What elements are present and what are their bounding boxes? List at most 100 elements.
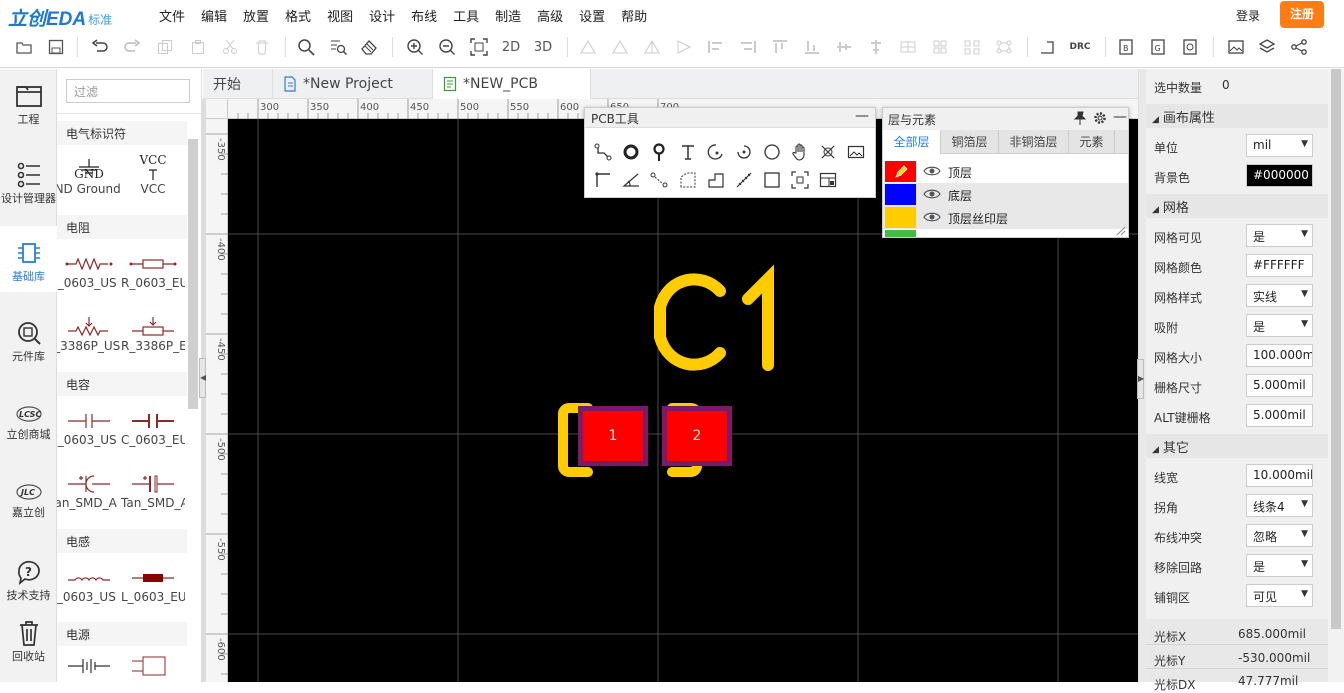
align-top-icon[interactable] [641,37,663,57]
menu-settings[interactable]: 设置 [579,6,605,25]
via-tool-icon[interactable] [649,142,669,162]
line-width-field[interactable]: 10.000mil [1246,464,1313,487]
grid-visible-select[interactable]: 是 [1246,224,1313,247]
track-tool-icon[interactable] [593,142,613,162]
layer-color-swatch[interactable] [885,161,916,182]
layer-row-top[interactable]: 顶层 [883,160,1128,183]
angle-tool-icon[interactable] [621,170,641,190]
right-splitter[interactable]: ▶ [1137,69,1146,682]
solid-region-icon[interactable] [678,170,698,190]
search-icon[interactable] [295,37,317,57]
distribute-v-icon[interactable] [929,37,951,57]
layers-icon[interactable] [1256,37,1278,57]
grid-color-field[interactable]: #FFFFFF [1246,254,1313,277]
menu-route[interactable]: 布线 [411,6,437,25]
category-electrical-symbols[interactable]: 电气标识符 [57,121,187,145]
nav-project[interactable]: 工程 [0,83,57,127]
grid-section[interactable]: ◢ 网格 [1146,194,1328,218]
redo-icon[interactable] [121,37,143,57]
center-arc-tool-icon[interactable] [734,142,754,162]
camera-icon[interactable] [1179,37,1201,57]
tab-non-copper-layers[interactable]: 非铜箔层 [999,130,1069,154]
other-section[interactable]: ◢ 其它 [1146,434,1328,458]
library-item-connector[interactable] [121,649,185,682]
view-2d-button[interactable]: 2D [500,37,522,57]
bom-icon[interactable]: B [1115,37,1137,57]
grid-style-select[interactable]: 实线 [1246,284,1313,307]
layer-row-top-silk[interactable]: 顶层丝印层 [883,206,1128,229]
tab-start[interactable]: 开始 [203,69,273,99]
view-3d-button[interactable]: 3D [532,37,554,57]
grid-size-field[interactable]: 100.000mil [1246,344,1313,367]
library-item-pot-eu[interactable]: R_3386P_EU [121,304,185,360]
app-logo[interactable]: 立创EDA 标准 [8,5,112,30]
clear-icon[interactable] [358,37,380,57]
save-icon[interactable] [45,37,67,57]
arc-tool-icon[interactable] [706,142,726,162]
align-right-icon[interactable] [609,37,631,57]
library-item-pot-us[interactable]: R_3386P_US [57,304,121,360]
library-item-c-us[interactable]: C_0603_US [57,398,121,454]
nav-component-library[interactable]: 元件库 [0,320,57,364]
measure-tool-icon[interactable] [734,170,754,190]
grid-align-icon[interactable] [961,37,983,57]
drill-hole-icon[interactable] [790,170,810,190]
connect-pad-icon[interactable] [649,170,669,190]
zoom-in-icon[interactable] [404,37,426,57]
collapse-right-handle[interactable]: ▶ [1137,359,1144,399]
library-scrollbar[interactable] [188,139,198,409]
text-tool-icon[interactable] [678,142,698,162]
layer-color-swatch[interactable] [885,207,916,228]
library-item-r-us[interactable]: R_0603_US [57,241,121,297]
nav-support[interactable]: ? 技术支持 [0,559,57,603]
snap-select[interactable]: 是 [1246,314,1313,337]
menu-file[interactable]: 文件 [159,6,185,25]
menu-help[interactable]: 帮助 [621,6,647,25]
image-tool-icon[interactable] [846,142,866,162]
open-folder-icon[interactable] [13,37,35,57]
gear-icon[interactable] [1093,111,1107,125]
layer-color-swatch[interactable] [885,184,916,205]
properties-scrollbar[interactable] [1328,69,1344,682]
tab-pcb[interactable]: *NEW_PCB [433,69,591,99]
align-bottom-edge-icon[interactable] [801,37,823,57]
eye-icon[interactable] [923,165,941,177]
find-list-icon[interactable] [327,37,349,57]
align-middle-icon[interactable] [833,37,855,57]
category-capacitors[interactable]: 电容 [57,372,187,396]
minimize-icon[interactable]: — [1113,109,1127,125]
align-left-icon[interactable] [577,37,599,57]
undo-icon[interactable] [89,37,111,57]
remove-loop-select[interactable]: 是 [1246,554,1313,577]
menu-advanced[interactable]: 高级 [537,6,563,25]
alt-snap-field[interactable]: 5.000mil [1246,404,1313,427]
category-resistors[interactable]: 电阻 [57,215,187,239]
rectangle-tool-icon[interactable] [762,170,782,190]
align-hcenter-icon[interactable] [705,37,727,57]
library-item-r-eu[interactable]: R_0603_EU [121,241,185,297]
menu-view[interactable]: 视图 [327,6,353,25]
collapse-left-handle[interactable]: ◀ [199,358,206,398]
copy-icon[interactable] [154,37,176,57]
eye-icon[interactable] [923,188,941,200]
distribute-h-icon[interactable] [897,37,919,57]
nav-basic-library[interactable]: 基础库 [0,226,57,292]
library-item-tan-a[interactable]: Tan_SMD_A [57,461,121,517]
category-power[interactable]: 电源 [57,622,187,646]
circle-tool-icon[interactable] [762,142,782,162]
minimize-icon[interactable]: — [855,108,869,124]
tab-copper-layers[interactable]: 铜箔层 [941,130,999,154]
fit-view-icon[interactable] [468,37,490,57]
menu-place[interactable]: 放置 [243,6,269,25]
menu-edit[interactable]: 编辑 [201,6,227,25]
library-item-c-eu[interactable]: C_0603_EU [121,398,185,454]
copper-area-select[interactable]: 可见 [1246,584,1313,607]
copper-area-icon[interactable] [706,170,726,190]
pad-tool-icon[interactable] [621,142,641,162]
library-item-gnd[interactable]: GND GND Ground [57,147,121,203]
unit-select[interactable]: mil [1246,134,1313,157]
zoom-out-icon[interactable] [436,37,458,57]
snap-size-field[interactable]: 5.000mil [1246,374,1313,397]
menu-design[interactable]: 设计 [369,6,395,25]
nav-design-manager[interactable]: 设计管理器 [0,162,57,206]
